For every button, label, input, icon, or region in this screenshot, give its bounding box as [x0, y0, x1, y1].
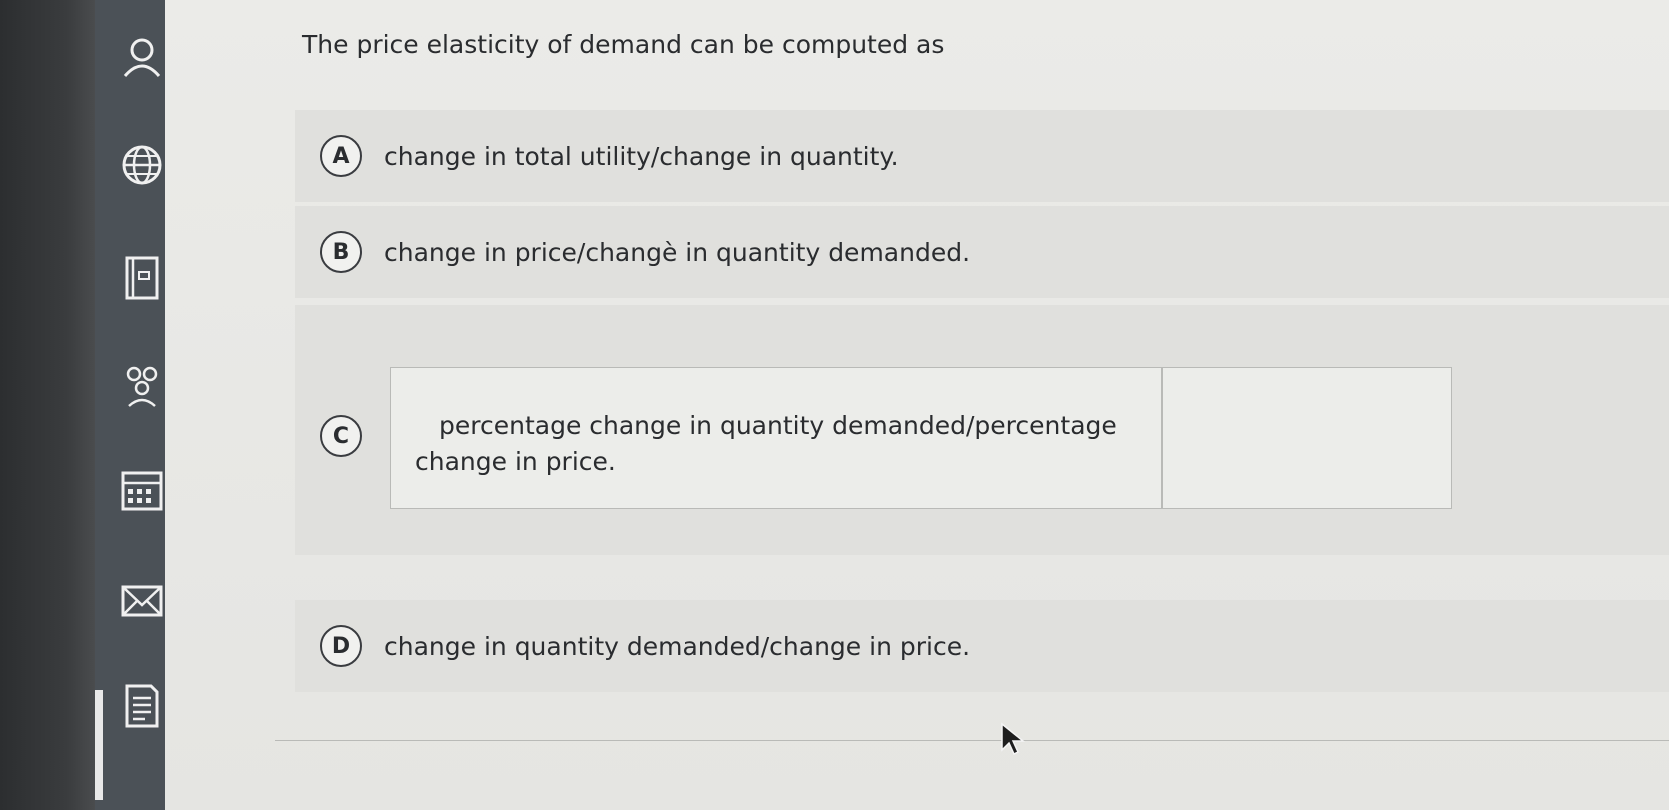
option-text-table: percentage change in quantity demanded/p… — [390, 367, 1452, 509]
option-d[interactable]: D change in quantity demanded/change in … — [295, 600, 1669, 692]
option-letter: C — [320, 415, 362, 457]
option-text: change in price/changè in quantity deman… — [384, 237, 971, 267]
people-icon[interactable] — [117, 360, 167, 410]
table-divider — [1161, 368, 1163, 508]
calendar-icon[interactable] — [117, 465, 167, 515]
question-text: The price elasticity of demand can be co… — [302, 30, 945, 59]
option-text: change in quantity demanded/change in pr… — [384, 631, 971, 661]
option-a[interactable]: A change in total utility/change in quan… — [295, 110, 1669, 202]
user-icon[interactable] — [117, 32, 167, 82]
option-text: percentage change in quantity demanded/p… — [415, 411, 1117, 476]
globe-icon[interactable] — [117, 140, 167, 190]
mail-icon[interactable] — [117, 575, 167, 625]
option-c[interactable]: C percentage change in quantity demanded… — [295, 305, 1669, 555]
question-panel: The price elasticity of demand can be co… — [165, 0, 1669, 810]
option-letter: A — [320, 135, 362, 177]
book-icon[interactable] — [117, 252, 167, 302]
option-b[interactable]: B change in price/changè in quantity dem… — [295, 206, 1669, 298]
divider — [275, 740, 1669, 741]
option-letter: B — [320, 231, 362, 273]
screen-bezel — [0, 0, 95, 810]
option-text: change in total utility/change in quanti… — [384, 141, 899, 171]
document-icon[interactable] — [117, 680, 167, 730]
sidebar — [95, 0, 165, 810]
option-letter: D — [320, 625, 362, 667]
mouse-cursor-icon — [1001, 722, 1026, 756]
active-indicator — [95, 690, 103, 800]
